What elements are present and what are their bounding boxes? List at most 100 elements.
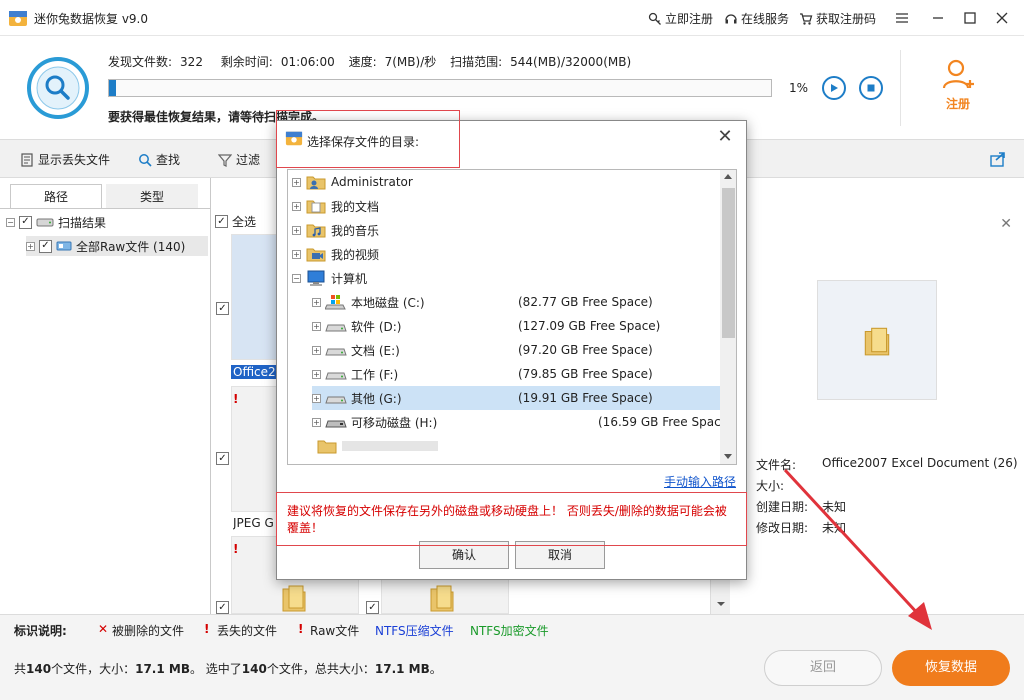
scroll-down-icon[interactable] [724,454,732,459]
tab-path[interactable]: 路径 [10,184,102,209]
expand-icon[interactable]: + [292,177,301,187]
tree-item-all-raw[interactable]: + ✓ 全部Raw文件 (140) [26,236,208,256]
select-all[interactable]: ✓ 全选 [215,213,256,230]
scroll-up-icon[interactable] [724,174,732,179]
menu-button[interactable] [890,6,914,30]
scan-progress-bar [108,79,772,97]
filter-button[interactable]: 过滤 [218,151,260,168]
search-icon [139,153,152,167]
time-left-label: 剩余时间: [220,55,273,69]
export-button[interactable] [990,151,1006,167]
register-label: 注册 [945,97,970,111]
dir-item-videos[interactable]: + 我的视频 [292,242,379,266]
drive-free-space: (16.59 GB Free Space [598,415,729,429]
file-label[interactable]: JPEG G [233,516,281,530]
legend-bar: 标识说明: ✕ 被删除的文件 ! 丢失的文件 ! Raw文件 NTFS压缩文件 … [0,614,1024,642]
file-checkbox[interactable]: ✓ [216,452,229,465]
computer-icon [307,270,325,286]
scrollbar-thumb[interactable] [722,188,735,338]
collapse-icon[interactable]: − [292,273,301,283]
drive-f[interactable]: + 工作 (F:) (79.85 GB Free Space) [312,362,720,386]
collapse-icon[interactable]: − [6,217,15,227]
menu-icon [896,13,908,23]
checkbox[interactable]: ✓ [19,215,32,229]
back-button[interactable]: 返回 [764,650,882,686]
raw-marker-icon: ! [298,622,304,636]
file-checkbox[interactable]: ✓ [366,601,379,614]
file-checkbox[interactable]: ✓ [216,601,229,614]
range-label: 扫描范围: [450,55,503,69]
tree-scrollbar[interactable] [720,170,736,464]
maximize-button[interactable] [958,6,982,30]
expand-icon[interactable]: + [292,225,301,235]
show-lost-files-button[interactable]: 显示丢失文件 [20,151,110,168]
select-all-checkbox[interactable]: ✓ [215,215,228,228]
dir-item-documents[interactable]: + 我的文档 [292,194,379,218]
hard-drive-icon [325,396,347,404]
drive-free-space: (127.09 GB Free Space) [518,319,661,333]
expand-icon[interactable]: + [312,417,321,427]
progress-percent: 1% [789,81,809,95]
legend-raw: Raw文件 [310,624,360,638]
drive-e[interactable]: + 文档 (E:) (97.20 GB Free Space) [312,338,720,362]
file-label[interactable]: Office20 [231,365,281,379]
manual-path-link[interactable]: 手动输入路径 [664,473,736,490]
dir-item-label: 我的视频 [331,247,380,262]
created-value: 未知 [822,500,847,514]
expand-icon[interactable]: + [292,249,301,259]
get-code-link[interactable]: 获取注册码 [799,10,876,27]
hard-drive-icon [325,348,347,356]
summary-prefix: 共 [14,662,27,676]
filter-label: 过滤 [236,153,261,167]
find-button[interactable]: 查找 [138,151,180,168]
drive-label: 本地磁盘 (C:) [351,295,425,310]
preview-image [817,280,937,400]
recover-data-button[interactable]: 恢复数据 [892,650,1010,686]
drive-c[interactable]: + 本地磁盘 (C:) (82.77 GB Free Space) [312,290,720,314]
hard-drive-icon [325,324,347,332]
summary-text: 。 选中了 [189,662,242,676]
dir-item-administrator[interactable]: + Administrator [292,170,413,194]
drive-h[interactable]: + 可移动磁盘 (H:) (16.59 GB Free Space [312,410,728,434]
file-checkbox[interactable]: ✓ [216,302,229,315]
drive-label: 其他 (G:) [351,391,402,406]
dir-item-music[interactable]: + 我的音乐 [292,218,379,242]
expand-icon[interactable]: + [312,297,321,307]
expand-icon[interactable]: + [312,345,321,355]
drive-g[interactable]: + 其他 (G:) (19.91 GB Free Space) [312,386,720,410]
register-link-label: 立即注册 [665,12,714,26]
scan-search-icon [27,57,89,119]
app-logo-icon [9,11,27,26]
resume-button[interactable] [822,76,846,100]
drive-free-space: (82.77 GB Free Space) [518,295,653,309]
confirm-button[interactable]: 确认 [419,541,509,569]
cancel-button[interactable]: 取消 [515,541,605,569]
dialog-title: 选择保存文件的目录: [307,135,420,149]
expand-icon[interactable]: + [312,321,321,331]
expand-icon[interactable]: + [292,201,301,211]
minimize-button[interactable] [926,6,950,30]
drive-d[interactable]: + 软件 (D:) (127.09 GB Free Space) [312,314,720,338]
preview-close-icon[interactable]: ✕ [1000,216,1012,232]
close-button[interactable] [990,6,1014,30]
app-logo-icon [285,131,303,146]
selected-size: 17.1 MB [374,662,430,676]
dialog-close-icon[interactable]: ✕ [714,127,736,149]
expand-icon[interactable]: + [312,393,321,403]
register-link[interactable]: 立即注册 [648,10,713,27]
dir-item-computer[interactable]: − 计算机 [292,266,367,290]
title-bar: 迷你兔数据恢复 v9.0 立即注册 在线服务 获取注册码 [0,0,1024,36]
network-item-blurred[interactable] [312,434,452,458]
tab-type[interactable]: 类型 [106,184,198,209]
register-button[interactable]: 注册 [930,56,986,112]
drive-free-space: (79.85 GB Free Space) [518,367,653,381]
scan-progress-fill [109,80,116,96]
expand-icon[interactable]: + [312,369,321,379]
video-folder-icon [306,248,326,262]
online-service-link[interactable]: 在线服务 [724,10,789,27]
expand-icon[interactable]: + [26,241,35,251]
checkbox[interactable]: ✓ [39,239,52,253]
legend-title: 标识说明: [14,624,67,638]
tree-item-scan-results[interactable]: − ✓ 扫描结果 [6,212,106,232]
stop-button[interactable] [859,76,883,100]
